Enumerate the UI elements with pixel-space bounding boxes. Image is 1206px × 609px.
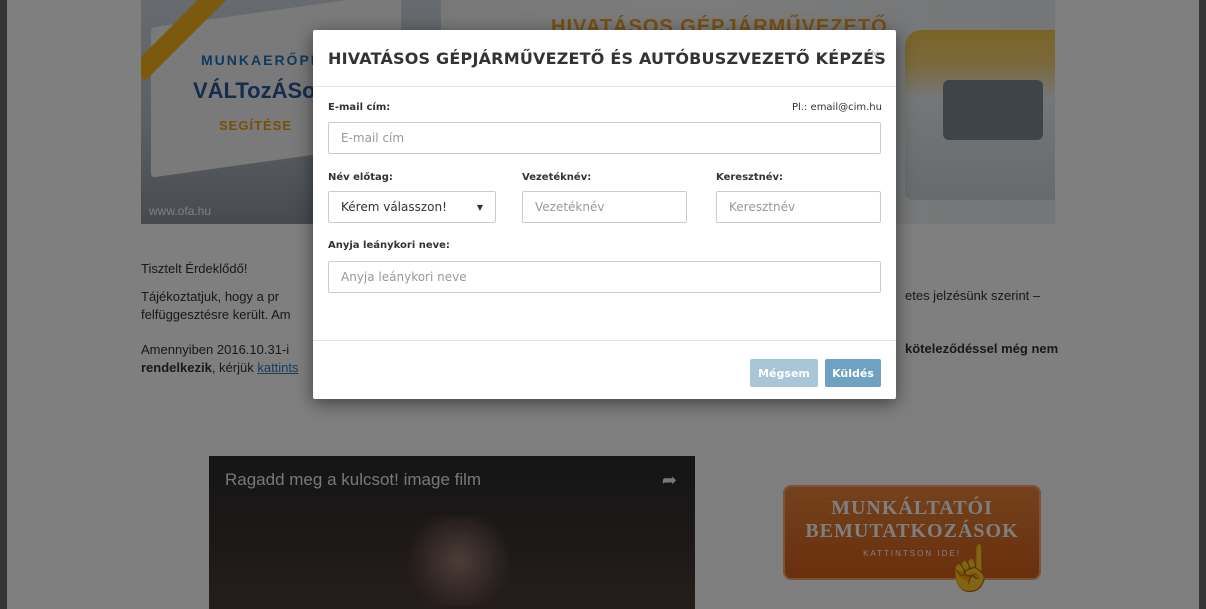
first-name-input[interactable] <box>716 191 881 223</box>
prefix-selected-value: Kérem válasszon! <box>341 200 447 214</box>
close-button[interactable]: × <box>871 46 880 64</box>
cancel-button[interactable]: Mégsem <box>750 359 818 387</box>
last-name-label: Vezetéknév: <box>522 172 592 183</box>
chevron-down-icon: ▼ <box>476 202 483 212</box>
mother-name-label: Anyja leánykori neve: <box>328 240 450 251</box>
email-hint: Pl.: email@cim.hu <box>792 102 882 113</box>
modal-title: HIVATÁSOS GÉPJÁRMŰVEZETŐ ÉS AUTÓBUSZVEZE… <box>328 49 886 68</box>
name-prefix-select[interactable]: Kérem válasszon! ▼ <box>328 191 496 223</box>
modal-footer: Mégsem Küldés <box>313 340 896 399</box>
registration-modal: HIVATÁSOS GÉPJÁRMŰVEZETŐ ÉS AUTÓBUSZVEZE… <box>313 30 896 399</box>
last-name-input[interactable] <box>522 191 687 223</box>
email-label: E-mail cím: <box>328 102 391 113</box>
send-button[interactable]: Küldés <box>825 359 881 387</box>
modal-header: HIVATÁSOS GÉPJÁRMŰVEZETŐ ÉS AUTÓBUSZVEZE… <box>313 30 896 87</box>
mother-name-input[interactable] <box>328 261 881 293</box>
prefix-label: Név előtag: <box>328 172 393 183</box>
email-input[interactable] <box>328 122 881 154</box>
first-name-label: Keresztnév: <box>716 172 784 183</box>
